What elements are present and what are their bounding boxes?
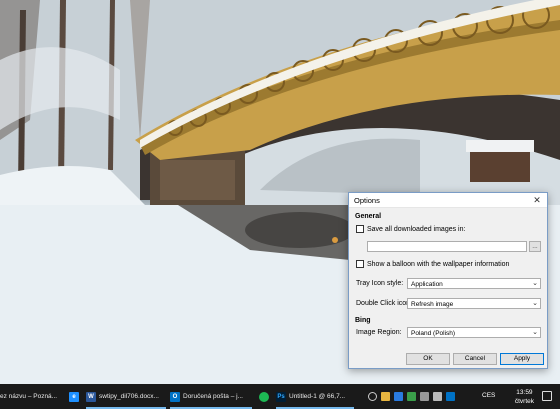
balloon-checkbox[interactable] bbox=[356, 260, 364, 268]
double-click-value: Refresh image bbox=[411, 300, 454, 308]
save-images-checkbox[interactable] bbox=[356, 225, 364, 233]
double-click-select[interactable]: Refresh image ⌄ bbox=[407, 298, 541, 309]
balloon-label: Show a balloon with the wallpaper inform… bbox=[367, 260, 510, 268]
clock-day: čtvrtek bbox=[514, 398, 534, 405]
clock-time: 13:59 bbox=[516, 389, 533, 396]
image-region-value: Poland (Polish) bbox=[411, 329, 456, 337]
taskbar-item-label: ez názvu – Pozná... bbox=[0, 393, 58, 400]
outlook-icon: O bbox=[170, 391, 180, 402]
language-indicator[interactable]: CES bbox=[482, 392, 495, 399]
notifications-icon[interactable] bbox=[542, 391, 552, 401]
taskbar-item-outlook[interactable]: O Doručená pošta – j... bbox=[170, 384, 252, 409]
tray-icon-label: Tray Icon style: bbox=[356, 280, 404, 287]
bing-section-header: Bing bbox=[355, 317, 371, 324]
image-region-select[interactable]: Poland (Polish) ⌄ bbox=[407, 327, 541, 338]
taskbar-item-label: Doručená pošta – j... bbox=[183, 393, 243, 400]
dropbox-icon[interactable] bbox=[394, 392, 403, 401]
taskbar-item-edge[interactable]: e bbox=[66, 384, 82, 409]
taskbar-item-photoshop[interactable]: Ps Untitled-1 @ 66,7... bbox=[276, 384, 354, 409]
dialog-titlebar[interactable]: Options ✕ bbox=[349, 193, 547, 208]
wallpaper-app-icon[interactable] bbox=[407, 392, 416, 401]
close-icon[interactable]: ✕ bbox=[530, 194, 544, 206]
taskbar: ez názvu – Pozná... e W swtipy_dil706.do… bbox=[0, 384, 560, 409]
word-icon: W bbox=[86, 391, 96, 402]
image-app-icon[interactable] bbox=[381, 392, 390, 401]
outlook-tray-icon[interactable] bbox=[446, 392, 455, 401]
tray-icon-select[interactable]: Application ⌄ bbox=[407, 278, 541, 289]
people-icon[interactable] bbox=[368, 392, 377, 401]
system-tray bbox=[368, 384, 455, 409]
apply-button[interactable]: Apply bbox=[500, 353, 544, 365]
double-click-label: Double Click icon: bbox=[356, 300, 413, 307]
clock[interactable]: 13:59 čtvrtek bbox=[515, 388, 534, 406]
taskbar-item-document[interactable]: ez názvu – Pozná... bbox=[0, 384, 62, 409]
taskbar-item-spotify[interactable] bbox=[256, 384, 272, 409]
save-images-row[interactable]: Save all downloaded images in: bbox=[356, 225, 465, 233]
taskbar-item-label: Untitled-1 @ 66,7... bbox=[289, 393, 346, 400]
dialog-title: Options bbox=[354, 196, 380, 205]
chevron-down-icon: ⌄ bbox=[532, 300, 538, 307]
chevron-down-icon: ⌄ bbox=[532, 280, 538, 287]
taskbar-item-label: swtipy_dil706.docx... bbox=[99, 393, 159, 400]
image-region-label: Image Region: bbox=[356, 329, 402, 336]
volume-icon[interactable] bbox=[433, 392, 442, 401]
save-path-input[interactable] bbox=[367, 241, 527, 252]
cancel-button[interactable]: Cancel bbox=[453, 353, 497, 365]
spotify-icon bbox=[259, 391, 269, 402]
browse-button[interactable]: ... bbox=[529, 241, 541, 252]
edge-icon: e bbox=[69, 391, 79, 402]
tray-icon-value: Application bbox=[411, 280, 443, 288]
network-icon[interactable] bbox=[420, 392, 429, 401]
photoshop-icon: Ps bbox=[276, 391, 286, 402]
chevron-down-icon: ⌄ bbox=[532, 329, 538, 336]
general-section-header: General bbox=[355, 213, 382, 220]
save-images-label: Save all downloaded images in: bbox=[367, 225, 466, 233]
taskbar-item-word[interactable]: W swtipy_dil706.docx... bbox=[86, 384, 166, 409]
ok-button[interactable]: OK bbox=[406, 353, 450, 365]
balloon-row[interactable]: Show a balloon with the wallpaper inform… bbox=[356, 260, 509, 268]
options-dialog: Options ✕ General Save all downloaded im… bbox=[348, 192, 548, 369]
